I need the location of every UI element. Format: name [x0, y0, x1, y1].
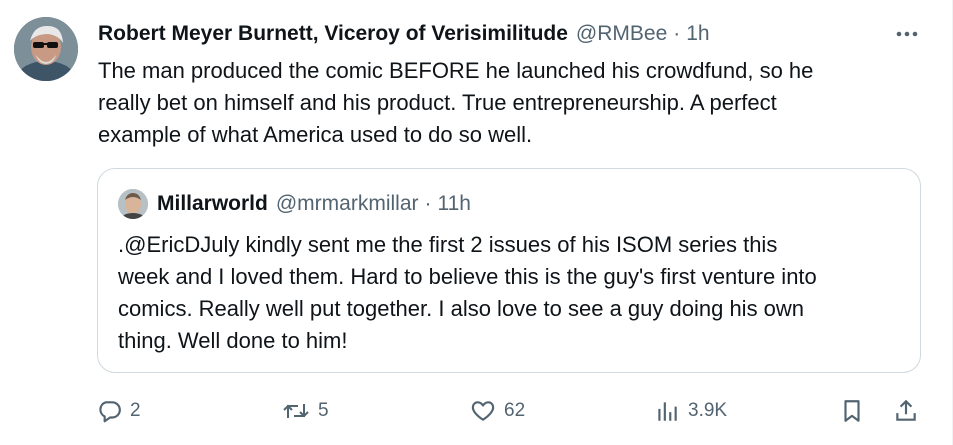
author-handle[interactable]: @RMBee: [576, 22, 667, 46]
like-icon: [471, 401, 495, 421]
like-button[interactable]: 62: [470, 396, 525, 426]
like-count: 62: [504, 400, 526, 421]
reply-count: 2: [130, 400, 141, 421]
repost-count: 5: [318, 400, 329, 421]
reply-icon: [99, 401, 121, 423]
author-avatar[interactable]: [14, 17, 78, 81]
reply-button[interactable]: 2: [96, 396, 141, 426]
share-button[interactable]: [893, 396, 919, 426]
separator-dot: ·: [424, 192, 432, 215]
tweet-text: The man produced the comic BEFORE he lau…: [98, 58, 814, 147]
author-name[interactable]: Robert Meyer Burnett, Viceroy of Verisim…: [98, 22, 568, 46]
more-icon[interactable]: [893, 22, 921, 46]
tweet-header: Robert Meyer Burnett, Viceroy of Verisim…: [98, 20, 923, 48]
quoted-tweet-time: 11h: [437, 192, 471, 215]
repost-icon: [283, 404, 309, 418]
quoted-author-handle: @mrmarkmillar: [275, 192, 419, 215]
views-count: 3.9K: [688, 400, 728, 421]
quoted-author-name: Millarworld: [157, 192, 268, 215]
repost-button[interactable]: 5: [282, 396, 329, 426]
quoted-tweet[interactable]: Millarworld @mrmarkmillar · 11h .@EricDJ…: [97, 168, 921, 373]
tweet-time[interactable]: 1h: [686, 22, 709, 46]
views-button[interactable]: 3.9K: [654, 396, 727, 426]
quoted-author-avatar: [118, 189, 148, 219]
action-bar: 2 5 62 3.9K: [96, 396, 926, 426]
views-icon: [658, 402, 677, 421]
quoted-tweet-text: .@EricDJuly kindly sent me the first 2 i…: [118, 232, 817, 353]
quoted-tweet-header: Millarworld @mrmarkmillar · 11h: [118, 189, 471, 219]
separator-dot: ·: [673, 22, 681, 45]
share-icon: [896, 399, 916, 421]
bookmark-button[interactable]: [839, 396, 865, 426]
bookmark-icon: [844, 400, 860, 422]
